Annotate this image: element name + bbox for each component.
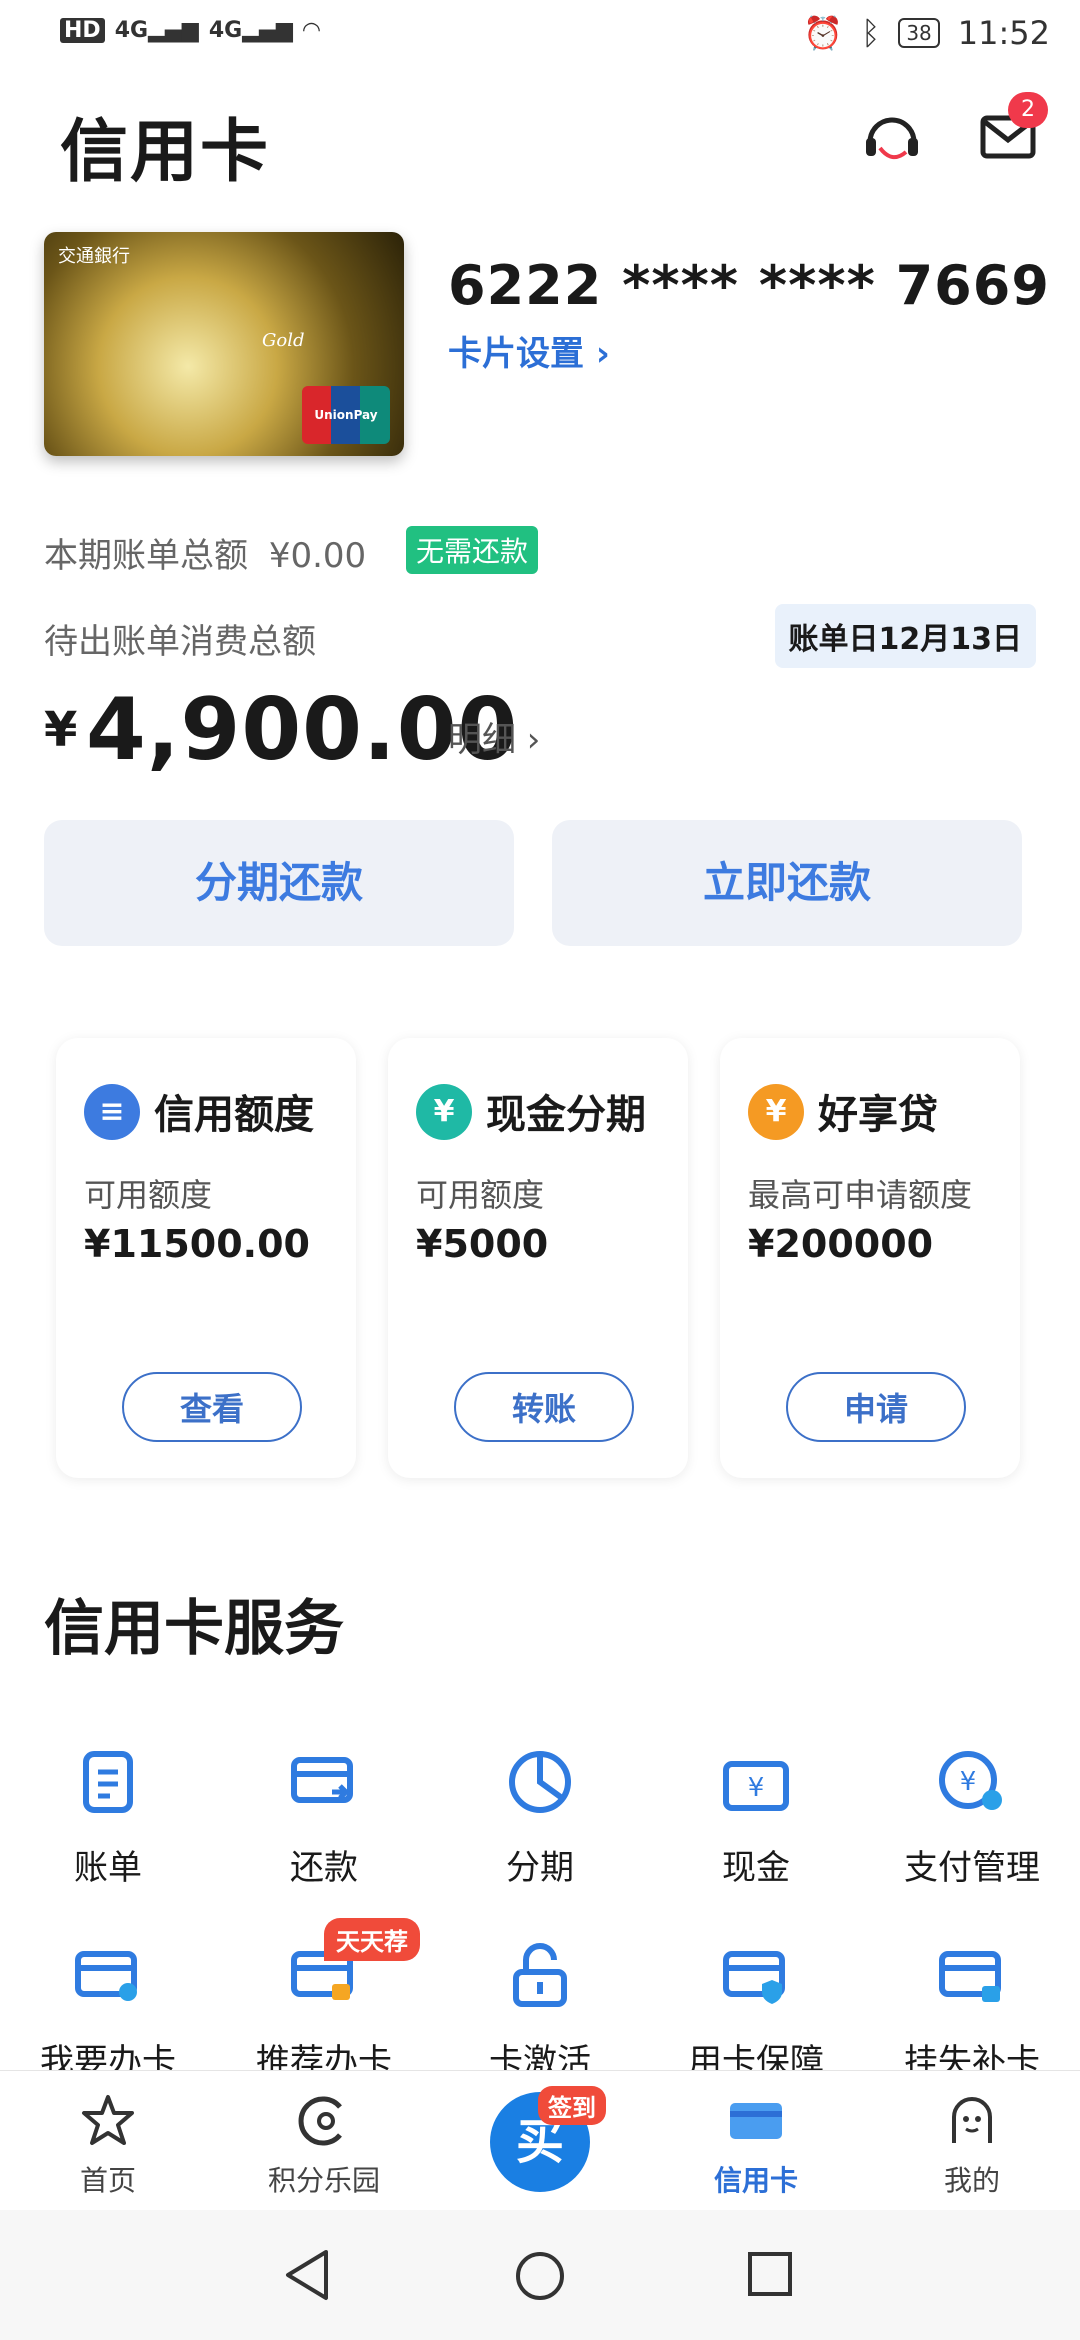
star-icon (82, 2095, 134, 2145)
back-icon[interactable] (282, 2248, 332, 2302)
service-recommend-card[interactable]: 推荐办卡 (216, 1940, 432, 2083)
system-nav-bar (0, 2210, 1080, 2340)
recommend-tag: 天天荐 (324, 1918, 420, 1961)
loan-card[interactable]: ¥ 好享贷 最高可申请额度 ¥200000 申请 (720, 1038, 1020, 1478)
service-label: 还款 (290, 1848, 358, 1888)
service-repay[interactable]: 还款 (216, 1746, 432, 1889)
tile-subtitle: 最高可申请额度 (748, 1176, 973, 1214)
hd-indicator: HD (60, 18, 105, 43)
nav-home[interactable]: 首页 (0, 2093, 216, 2199)
no-payment-badge: 无需还款 (406, 526, 539, 574)
apply-button[interactable]: 申请 (786, 1372, 966, 1442)
card-lock-icon (939, 1951, 1001, 2002)
service-label: 账单 (74, 1848, 142, 1888)
service-card-protection[interactable]: 用卡保障 (648, 1940, 864, 2083)
service-cash[interactable]: ¥ 现金 (648, 1746, 864, 1889)
yen-icon: ¥ (416, 1084, 472, 1140)
nav-points[interactable]: 积分乐园 (216, 2093, 432, 2199)
nav-label: 信用卡 (713, 2164, 798, 2197)
service-installment[interactable]: 分期 (432, 1746, 648, 1889)
installment-repay-button[interactable]: 分期还款 (44, 820, 514, 946)
nav-mine[interactable]: 我的 (864, 2093, 1080, 2199)
currency-symbol: ¥ (44, 702, 78, 758)
wifi-icon: ◠ (302, 18, 320, 43)
transfer-button[interactable]: 转账 (454, 1372, 634, 1442)
wallet-yen-icon: ¥ (723, 1761, 789, 1811)
bill-day-badge: 账单日12月13日 (774, 604, 1036, 668)
unlock-icon (513, 1943, 567, 2007)
nav-label: 积分乐园 (267, 2164, 380, 2197)
status-left: HD 4G▂▄▆ 4G▂▄▆ ◠ (60, 18, 320, 43)
status-right: ⏰ ᛒ 38 11:52 (803, 14, 1050, 52)
credit-card-image[interactable]: 交通銀行 Gold UnionPay (44, 232, 404, 456)
tile-subtitle: 可用额度 (84, 1176, 213, 1214)
card-settings-link[interactable]: 卡片设置 › (448, 326, 610, 375)
home-icon[interactable] (514, 2250, 566, 2302)
alarm-icon: ⏰ (803, 14, 844, 52)
message-count-badge: 2 (1008, 92, 1048, 128)
tile-title: 好享贷 (818, 1092, 938, 1138)
service-report-loss[interactable]: 挂失补卡 (864, 1940, 1080, 2083)
bluetooth-icon: ᛒ (861, 14, 881, 52)
card-user-icon (75, 1951, 137, 2001)
credit-limit-card[interactable]: ≡ 信用额度 可用额度 ¥11500.00 查看 (56, 1038, 356, 1478)
tile-title: 信用额度 (154, 1092, 314, 1138)
bill-icon (83, 1751, 133, 1813)
tile-value: ¥5000 (416, 1222, 549, 1266)
tile-title: 现金分期 (486, 1092, 646, 1138)
customer-service-icon[interactable] (858, 104, 926, 172)
coins-icon: ≡ (84, 1084, 140, 1140)
payment-settings-icon: ¥ (939, 1751, 1002, 1810)
cash-installment-card[interactable]: ¥ 现金分期 可用额度 ¥5000 转账 (388, 1038, 688, 1478)
current-bill-amount: ¥0.00 (268, 536, 367, 576)
service-label: 分期 (506, 1848, 574, 1888)
card-number: 6222 **** **** 7669 (448, 254, 1050, 317)
recents-icon[interactable] (746, 2250, 794, 2298)
points-icon (298, 2096, 342, 2146)
money-bag-icon: ¥ (748, 1084, 804, 1140)
repay-now-button[interactable]: 立即还款 (552, 820, 1022, 946)
svg-text:¥: ¥ (960, 1767, 977, 1797)
signal-icon-2: 4G▂▄▆ (208, 18, 293, 43)
tile-value: ¥200000 (748, 1222, 934, 1266)
bill-detail-link[interactable]: 明细 › (448, 712, 540, 761)
service-apply-card[interactable]: 我要办卡 (0, 1940, 216, 2083)
service-label: 支付管理 (904, 1848, 1040, 1888)
tile-subtitle: 可用额度 (416, 1176, 545, 1214)
battery-icon: 38 (898, 18, 940, 48)
view-button[interactable]: 查看 (122, 1372, 302, 1442)
status-bar: HD 4G▂▄▆ 4G▂▄▆ ◠ ⏰ ᛒ 38 11:52 (0, 0, 1080, 72)
current-bill-label: 本期账单总额 (44, 536, 248, 576)
service-bill[interactable]: 账单 (0, 1746, 216, 1889)
nav-label: 我的 (943, 2164, 1000, 2197)
pie-chart-icon (509, 1751, 571, 1813)
pending-bill-label: 待出账单消费总额 (44, 622, 316, 662)
card-shield-icon (723, 1951, 785, 2004)
svg-text:¥: ¥ (748, 1773, 765, 1803)
services-title: 信用卡服务 (44, 1594, 344, 1664)
service-payment-management[interactable]: ¥ 支付管理 (864, 1746, 1080, 1889)
card-type-label: Gold (262, 330, 305, 351)
clock: 11:52 (957, 14, 1050, 52)
nav-credit-card[interactable]: 信用卡 (648, 2093, 864, 2199)
page-title: 信用卡 (60, 113, 271, 192)
signal-icon-1: 4G▂▄▆ (114, 18, 199, 43)
card-repay-icon (291, 1757, 353, 1803)
tile-value: ¥11500.00 (84, 1222, 310, 1266)
nav-label: 首页 (79, 2164, 136, 2197)
unionpay-logo: UnionPay (302, 386, 390, 444)
signin-tag: 签到 (538, 2086, 606, 2125)
profile-icon (952, 2097, 992, 2143)
credit-card-icon (730, 2103, 782, 2139)
service-label: 现金 (722, 1848, 790, 1888)
current-bill-row: 本期账单总额 ¥0.00 (44, 528, 366, 577)
card-bank-name: 交通銀行 (58, 246, 130, 267)
service-activate-card[interactable]: 卡激活 (432, 1940, 648, 2083)
